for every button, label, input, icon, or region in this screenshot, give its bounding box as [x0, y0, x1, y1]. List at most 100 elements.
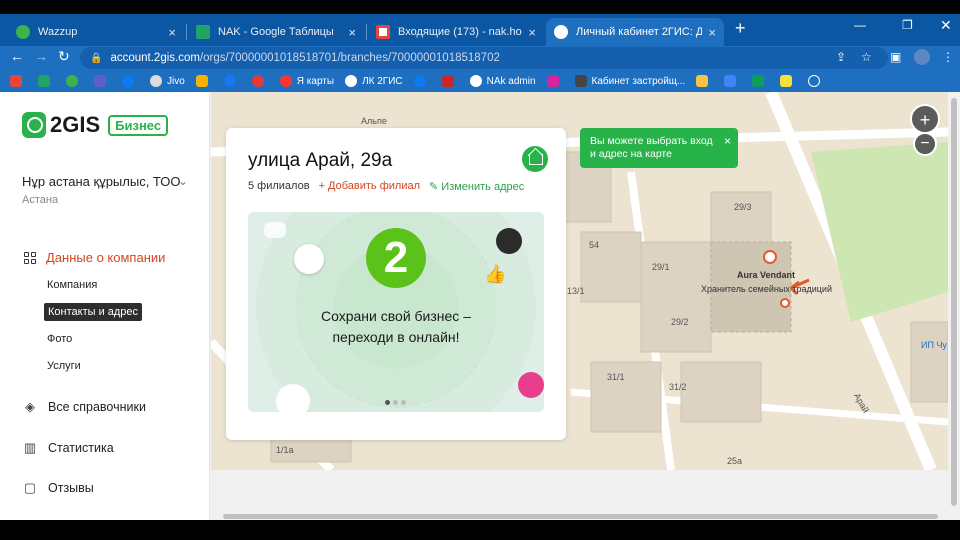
2gis-logo-icon: [22, 112, 46, 138]
menu-dots-icon[interactable]: ⋮: [942, 50, 954, 64]
minimize-icon[interactable]: —: [854, 18, 866, 32]
2gis-logo[interactable]: 2GIS Бизнес: [22, 112, 169, 138]
sidebar-subitem-services[interactable]: Услуги: [47, 360, 81, 372]
2gis-pin-icon: [345, 75, 358, 87]
close-icon[interactable]: ×: [708, 25, 716, 40]
sidebar-subitem-company[interactable]: Компания: [47, 279, 97, 291]
bookmark-jivo[interactable]: Jivo: [150, 75, 185, 87]
address-bar[interactable]: 🔒 account.2gis.com/orgs/7000000101851870…: [80, 47, 888, 69]
admin-icon: [469, 75, 482, 87]
map-label: 25a: [727, 456, 743, 466]
close-icon[interactable]: ×: [724, 135, 731, 148]
map-label: 31/1: [607, 372, 625, 382]
bookmarks-bar: Jivo Я карты ЛК 2ГИС NAk admin Кабинет з…: [0, 70, 960, 92]
promo-banner[interactable]: 2 👍 Сохрани свой бизнес – переходи в онла…: [248, 212, 544, 412]
map-street-label: Альпе: [361, 116, 387, 126]
change-address-link[interactable]: ✎ Изменить адрес: [429, 180, 524, 193]
sidebar-item-label: Отзывы: [48, 481, 94, 495]
close-icon[interactable]: ×: [168, 25, 176, 40]
bookmark-builder-cabinet[interactable]: Кабинет застройщ...: [574, 75, 685, 87]
app-icon: [808, 75, 821, 87]
bookmark-instagram[interactable]: [546, 75, 564, 87]
bookmark-nak-admin[interactable]: NAk admin: [469, 75, 536, 87]
promo-text: Сохрани свой бизнес – переходи в онлайн!: [321, 308, 471, 345]
browser-nav-bar: ← → ↻ 🔒 account.2gis.com/orgs/7000000101…: [0, 46, 960, 70]
meta-icon: [413, 75, 426, 87]
app-icon: [724, 75, 737, 87]
screen: Wazzup × NAK - Google Таблицы × Входящие…: [0, 0, 960, 540]
window-close-icon[interactable]: ✕: [940, 17, 952, 34]
map-label: 29/3: [734, 202, 752, 212]
sidebar-item-reviews[interactable]: ▢ Отзывы: [22, 480, 94, 496]
zoom-out-button[interactable]: −: [913, 132, 937, 156]
map-hint-toast: Вы можете выбрать вход и адрес на карте …: [580, 128, 738, 168]
vertical-scrollbar[interactable]: [948, 92, 960, 520]
bookmark-star-icon[interactable]: ☆: [861, 50, 872, 64]
map-poi-subtitle: Хранитель семейных традиций: [701, 284, 832, 294]
map-label: 13/1: [567, 286, 585, 296]
sheets-icon: [196, 25, 210, 39]
bookmark-drive[interactable]: [195, 75, 213, 87]
map-label: 31/2: [669, 382, 687, 392]
company-city: Астана: [22, 194, 59, 206]
bookmark-sheets[interactable]: [38, 75, 55, 87]
forward-arrow-icon[interactable]: →: [34, 48, 48, 64]
carousel-dot[interactable]: [393, 400, 398, 405]
bookmark-ext-3[interactable]: [752, 75, 769, 87]
tab-google-sheets[interactable]: NAK - Google Таблицы ×: [188, 18, 364, 46]
kaspi-icon: [251, 75, 264, 87]
bookmark-ext-2[interactable]: [724, 75, 741, 87]
back-arrow-icon[interactable]: ←: [10, 48, 24, 64]
carousel-dot[interactable]: [401, 400, 406, 405]
profile-avatar[interactable]: [914, 49, 930, 65]
company-name[interactable]: Нұр астана құрылыс, ТОО: [22, 174, 181, 189]
map-poi-name[interactable]: Aura Vendant: [737, 270, 795, 280]
bookmark-kaspi[interactable]: [251, 75, 269, 87]
foursquare-icon: [518, 372, 544, 398]
instagram-icon: [546, 75, 559, 87]
sidebar-item-statistics[interactable]: ▥ Статистика: [22, 440, 114, 456]
bookmark-teams[interactable]: [94, 75, 111, 87]
sidebar-subitem-photo[interactable]: Фото: [47, 333, 72, 345]
close-icon[interactable]: ×: [348, 25, 356, 40]
reload-icon[interactable]: ↻: [58, 48, 70, 65]
bookmark-facebook[interactable]: [223, 75, 241, 87]
sidebar-item-directories[interactable]: ◈ Все справочники: [22, 399, 146, 415]
horizontal-scrollbar[interactable]: [211, 512, 948, 520]
tab-wazzup[interactable]: Wazzup ×: [8, 18, 184, 46]
branch-card: улица Арай, 29а 5 филиалов + Добавить фи…: [226, 128, 566, 440]
bookmark-meta-2[interactable]: [413, 75, 431, 87]
tab-gmail[interactable]: Входящие (173) - nak.holding.m ×: [368, 18, 544, 46]
add-branch-link[interactable]: + Добавить филиал: [319, 180, 420, 193]
carousel-dot[interactable]: [385, 400, 390, 405]
bookmark-meta[interactable]: [122, 75, 139, 87]
new-tab-button[interactable]: +: [735, 18, 746, 39]
bookmark-yandex-maps[interactable]: Я карты: [279, 75, 334, 87]
home-icon[interactable]: [522, 146, 548, 172]
url-text: account.2gis.com/orgs/70000001018518701/…: [110, 52, 500, 64]
bookmark-red[interactable]: [441, 75, 459, 87]
share-icon[interactable]: ⇪: [836, 50, 846, 64]
bookmark-gmail[interactable]: [10, 75, 27, 87]
sidebar-item-label: Статистика: [48, 441, 114, 455]
maximize-icon[interactable]: ❐: [902, 18, 913, 32]
page-content: 2GIS Бизнес Нұр астана құрылыс, ТОО ⌄ Ас…: [0, 92, 960, 520]
sidepanel-icon[interactable]: ▣: [890, 50, 901, 64]
google-maps-icon: [294, 244, 324, 274]
bookmark-2gis-cabinet[interactable]: ЛК 2ГИС: [345, 75, 403, 87]
bookmark-wazzup[interactable]: [66, 75, 83, 87]
sidebar-subitem-contacts[interactable]: Контакты и адрес: [44, 303, 143, 321]
sidebar-item-label: Данные о компании: [46, 250, 166, 265]
tab-2gis-cabinet[interactable]: Личный кабинет 2ГИС: Данные ×: [546, 18, 724, 46]
sidebar-item-company-data[interactable]: Данные о компании: [24, 250, 165, 265]
map-label: 29/2: [671, 317, 689, 327]
bookmark-ext-5[interactable]: [808, 75, 825, 87]
bookmark-ext-4[interactable]: [780, 75, 797, 87]
chevron-down-icon[interactable]: ⌄: [178, 174, 188, 188]
bookmark-ext-1[interactable]: [696, 75, 713, 87]
jivo-icon: [150, 75, 162, 87]
close-icon[interactable]: ×: [528, 25, 536, 40]
zoom-in-button[interactable]: +: [910, 104, 940, 134]
gmail-icon: [376, 25, 390, 39]
meta-icon: [122, 75, 134, 87]
